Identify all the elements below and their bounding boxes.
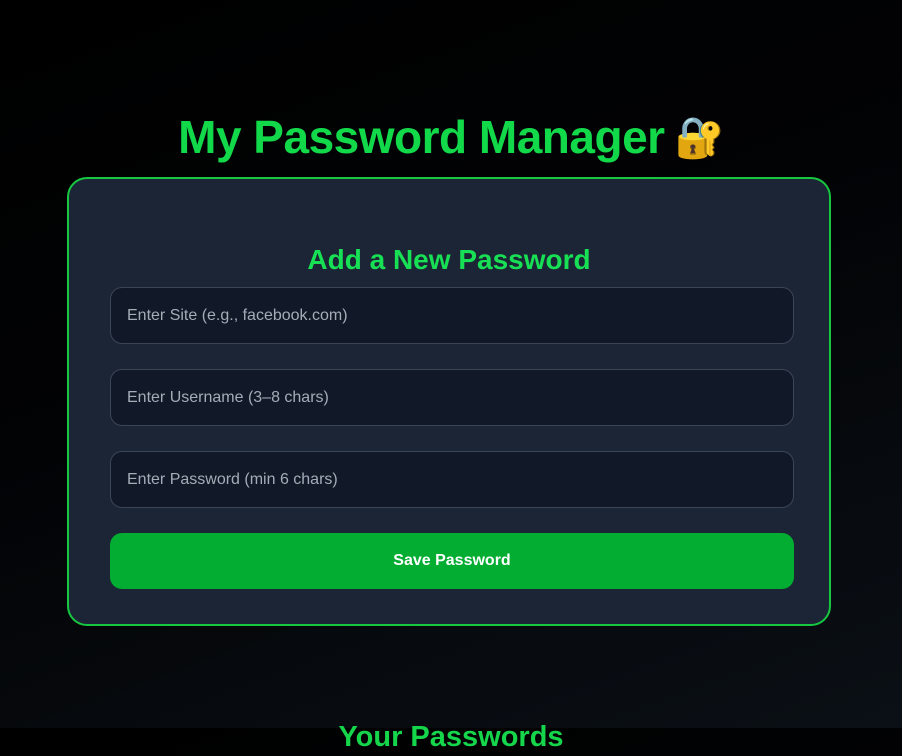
- add-password-heading: Add a New Password: [307, 244, 591, 276]
- password-input[interactable]: [110, 451, 794, 508]
- page-title: My Password Manager 🔐: [0, 107, 902, 168]
- site-input[interactable]: [110, 287, 794, 344]
- username-input[interactable]: [110, 369, 794, 426]
- lock-with-key-icon: 🔐: [674, 115, 725, 160]
- add-password-card: Add a New Password Save Password: [67, 177, 831, 626]
- your-passwords-heading: Your Passwords: [338, 721, 564, 754]
- save-password-button[interactable]: Save Password: [110, 533, 794, 589]
- page-title-text: My Password Manager: [178, 110, 665, 163]
